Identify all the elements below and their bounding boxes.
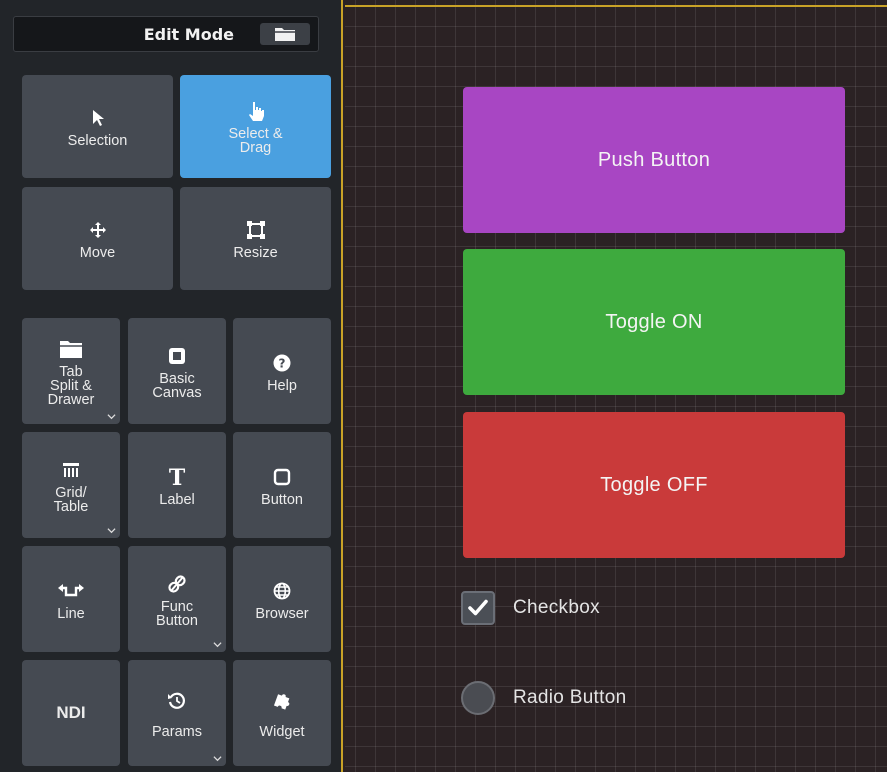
tool-move[interactable]: Move [22, 187, 173, 290]
widget-label: Line [57, 605, 85, 622]
widget-label: Params [152, 723, 202, 740]
text-t-icon: T [167, 464, 187, 490]
widget-grid-table[interactable]: Grid/ Table [22, 432, 120, 538]
widget-browser[interactable]: Browser [233, 546, 331, 652]
checkbox[interactable]: Checkbox [461, 591, 600, 625]
folder-button[interactable] [260, 23, 310, 45]
history-reset-icon [167, 688, 187, 714]
radio-label: Radio Button [513, 687, 627, 708]
widget-label: Func Button [156, 598, 198, 629]
widget-label: Basic Canvas [152, 370, 202, 401]
tool-label: Select & Drag [228, 126, 283, 156]
puzzle-piece-icon [272, 688, 292, 714]
button-square-icon [273, 464, 291, 490]
svg-text:T: T [169, 466, 186, 488]
push-button-label: Push Button [597, 148, 711, 171]
toggle-on-button[interactable]: Toggle ON [463, 249, 845, 395]
checkmark-icon [468, 599, 488, 616]
line-connector-icon [57, 578, 85, 604]
panel-header: Edit Mode [13, 16, 319, 52]
folder-icon [59, 336, 83, 362]
widget-basic-canvas[interactable]: Basic Canvas [128, 318, 226, 424]
widget-label: NDI [56, 703, 86, 722]
hand-pointer-icon [248, 98, 264, 124]
chevron-down-icon [213, 642, 222, 648]
tool-label: Move [79, 245, 116, 261]
checkbox-label: Checkbox [513, 597, 600, 618]
edit-mode-panel: Edit Mode Selection Select & Drag Move R… [0, 0, 343, 772]
widget-label: Button [261, 491, 303, 508]
widget-help[interactable]: ? Help [233, 318, 331, 424]
checkbox-box[interactable] [461, 591, 495, 625]
help-circle-icon: ? [273, 350, 291, 376]
widget-tab-split-drawer[interactable]: Tab Split & Drawer [22, 318, 120, 424]
radio-button[interactable]: Radio Button [461, 681, 626, 715]
widget-label[interactable]: T Label [128, 432, 226, 538]
widget-label: Widget [259, 723, 305, 740]
canvas-square-icon [168, 343, 186, 369]
widget-label: Browser [255, 605, 309, 622]
resize-square-icon [246, 217, 266, 243]
widget-ndi[interactable]: NDI [22, 660, 120, 766]
chevron-down-icon [213, 756, 222, 762]
move-arrows-icon [89, 217, 107, 243]
canvas-border [345, 5, 887, 7]
design-canvas[interactable]: Push Button Toggle ON Toggle OFF Checkbo… [345, 0, 887, 772]
widget-button[interactable]: Button [233, 432, 331, 538]
tool-resize[interactable]: Resize [180, 187, 331, 290]
svg-text:?: ? [279, 356, 286, 370]
toggle-off-label: Toggle OFF [600, 473, 708, 496]
toggle-on-label: Toggle ON [605, 310, 703, 333]
table-columns-icon [62, 457, 80, 483]
widget-label-text: Label [159, 491, 195, 508]
widget-label: Tab Split & Drawer [47, 363, 95, 408]
tool-selection[interactable]: Selection [22, 75, 173, 178]
widget-line[interactable]: Line [22, 546, 120, 652]
widget-widget[interactable]: Widget [233, 660, 331, 766]
tool-select-drag[interactable]: Select & Drag [180, 75, 331, 178]
panel-title: Edit Mode [143, 25, 234, 44]
chevron-down-icon [107, 528, 116, 534]
widget-params[interactable]: Params [128, 660, 226, 766]
cursor-arrow-icon [91, 105, 105, 131]
folder-icon [275, 28, 295, 41]
radio-circle[interactable] [461, 681, 495, 715]
toggle-off-button[interactable]: Toggle OFF [463, 412, 845, 558]
widget-label: Help [267, 377, 297, 394]
push-button[interactable]: Push Button [463, 87, 845, 233]
link-function-icon [167, 571, 187, 597]
globe-icon [273, 578, 291, 604]
widget-label: Grid/ Table [53, 484, 89, 515]
widget-func-button[interactable]: Func Button [128, 546, 226, 652]
chevron-down-icon [107, 414, 116, 420]
tool-label: Resize [233, 245, 278, 261]
tool-label: Selection [67, 133, 128, 149]
